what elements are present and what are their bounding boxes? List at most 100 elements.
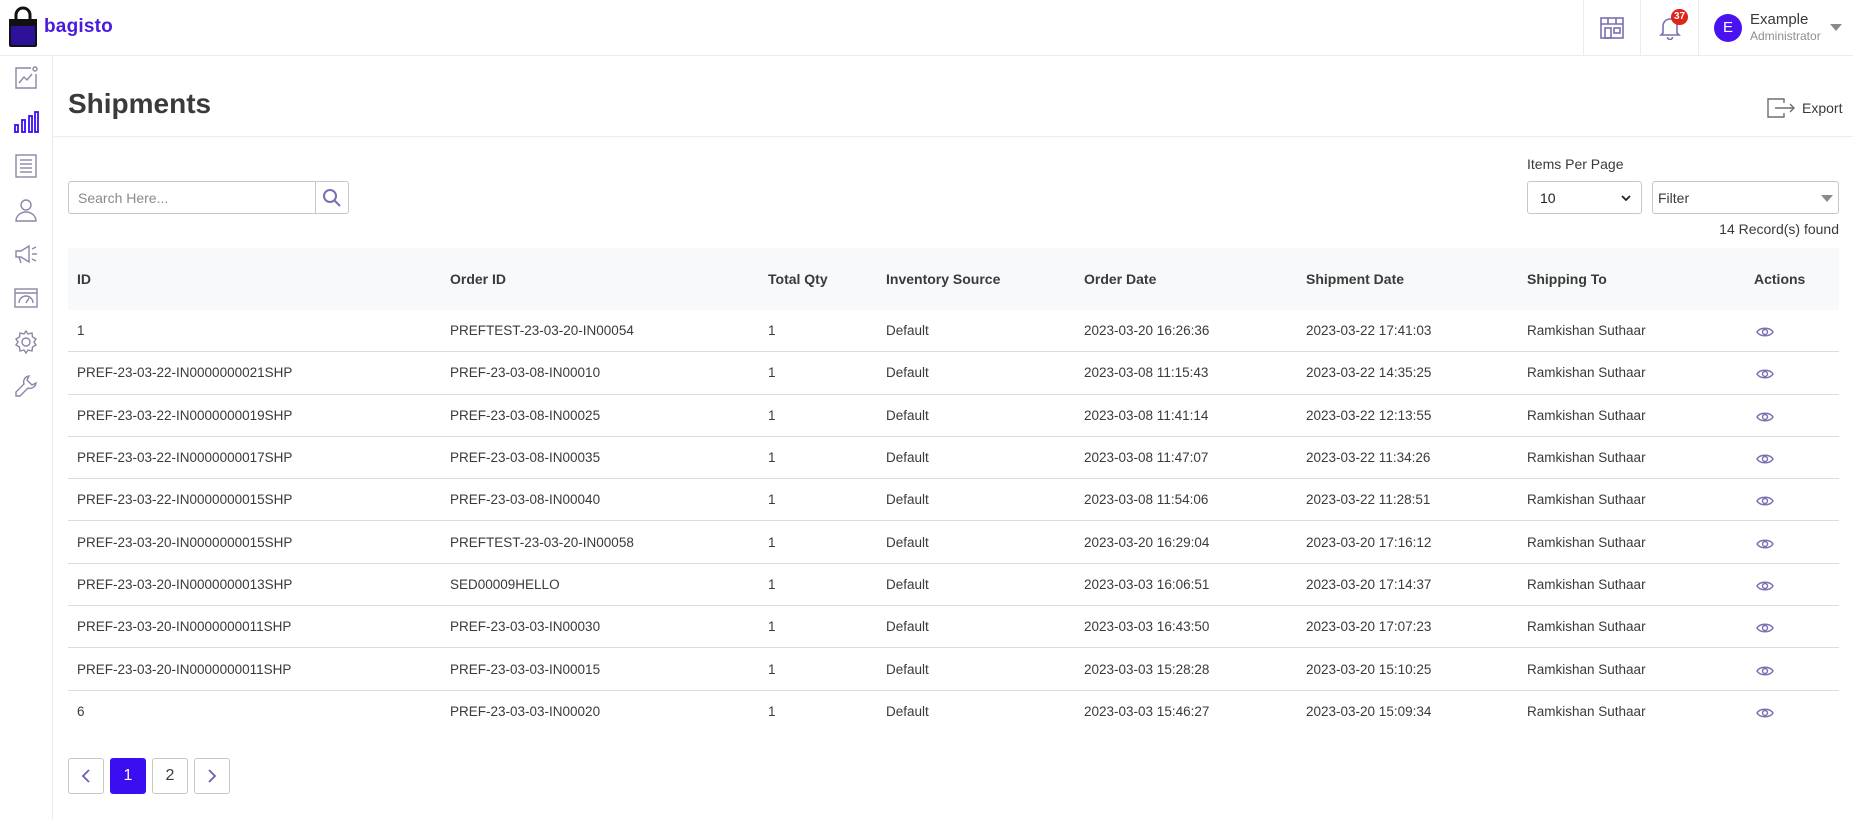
cell-inventory-source: Default: [886, 534, 929, 550]
cell-shipping-to: Ramkishan Suthaar: [1527, 619, 1646, 635]
cell-inventory-source: Default: [886, 450, 929, 466]
column-header-id[interactable]: ID: [68, 271, 441, 287]
cell-order-id: PREF-23-03-08-IN00035: [450, 450, 601, 466]
cell-actions: [1745, 488, 1839, 511]
cell-shipping-to: Ramkishan Suthaar: [1527, 365, 1646, 381]
user-name: Example: [1750, 10, 1809, 28]
sidebar-item-marketing[interactable]: [12, 240, 40, 268]
items-per-page-select[interactable]: 10: [1527, 181, 1642, 214]
export-button[interactable]: Export: [1766, 97, 1842, 119]
cell-inventory-source: Default: [886, 704, 929, 720]
search-input[interactable]: [69, 182, 315, 213]
next-page-button[interactable]: [194, 758, 230, 794]
cell-shipment-date: 2023-03-20 15:09:34: [1306, 704, 1432, 720]
sidebar-item-cms[interactable]: [12, 284, 40, 312]
table-row: PREF-23-03-20-IN0000000013SHP SED00009HEL…: [68, 564, 1839, 607]
sidebar-item-configure[interactable]: [12, 372, 40, 400]
sidebar-item-catalog[interactable]: [12, 152, 40, 180]
search-button[interactable]: [315, 182, 348, 213]
previous-page-button[interactable]: [68, 758, 104, 794]
column-header-order-date[interactable]: Order Date: [1075, 271, 1297, 287]
cell-inventory-source: Default: [886, 323, 929, 339]
cell-shipping-to: Ramkishan Suthaar: [1527, 407, 1646, 423]
dashboard-icon: [15, 66, 38, 89]
notifications-button[interactable]: 37: [1640, 0, 1698, 55]
cell-order-id: SED00009HELLO: [450, 576, 560, 592]
visit-store-button[interactable]: [1583, 0, 1640, 55]
export-icon: [1767, 98, 1795, 118]
column-header-order-id[interactable]: Order ID: [441, 271, 759, 287]
filter-label: Filter: [1658, 189, 1690, 206]
cell-order-date: 2023-03-08 11:41:14: [1084, 407, 1209, 423]
sidebar-item-settings[interactable]: [12, 328, 40, 356]
records-count: 14 Record(s) found: [1719, 221, 1839, 237]
cell-shipping-to: Ramkishan Suthaar: [1527, 534, 1646, 550]
sidebar-item-customers[interactable]: [12, 196, 40, 224]
cell-order-date: 2023-03-08 11:47:07: [1084, 450, 1209, 466]
view-shipment-button[interactable]: [1756, 664, 1774, 678]
column-header-shipping-to[interactable]: Shipping To: [1518, 271, 1745, 287]
user-role: Administrator: [1750, 28, 1821, 43]
pagination: 1 2: [68, 758, 230, 794]
brand-logo[interactable]: bagisto: [8, 5, 113, 49]
view-shipment-button[interactable]: [1756, 410, 1774, 424]
view-shipment-button[interactable]: [1756, 706, 1774, 720]
cell-inventory-source: Default: [886, 407, 929, 423]
view-shipment-button[interactable]: [1756, 537, 1774, 551]
cell-shipment-date: 2023-03-22 17:41:03: [1306, 323, 1432, 339]
caret-down-icon: [1821, 195, 1833, 202]
cell-id: PREF-23-03-22-IN0000000021SHP: [77, 365, 293, 381]
column-header-total-qty[interactable]: Total Qty: [759, 271, 877, 287]
cell-shipping-to: Ramkishan Suthaar: [1527, 323, 1646, 339]
cell-shipping-to: Ramkishan Suthaar: [1527, 576, 1646, 592]
search-icon: [323, 188, 341, 207]
table-row: 1 PREFTEST-23-03-20-IN00054 1 Default 2023-0…: [68, 310, 1839, 353]
items-per-page-label: Items Per Page: [1527, 156, 1624, 172]
cell-inventory-source: Default: [886, 661, 929, 677]
catalog-icon: [15, 154, 37, 178]
column-header-shipment-date[interactable]: Shipment Date: [1297, 271, 1518, 287]
table-header: ID Order ID Total Qty Inventory Source O…: [68, 248, 1839, 310]
brand-name: bagisto: [44, 16, 113, 37]
top-header: bagisto 37 E Example Administrator: [0, 0, 1853, 56]
cell-actions: [1745, 319, 1839, 342]
cell-shipment-date: 2023-03-22 11:34:26: [1306, 450, 1431, 466]
view-shipment-button[interactable]: [1756, 621, 1774, 635]
column-header-inventory-source[interactable]: Inventory Source: [877, 271, 1075, 287]
cell-actions: [1745, 404, 1839, 427]
view-shipment-button[interactable]: [1756, 325, 1774, 339]
filter-dropdown[interactable]: Filter: [1652, 181, 1839, 214]
view-shipment-button[interactable]: [1756, 452, 1774, 466]
megaphone-icon: [15, 244, 37, 264]
view-shipment-button[interactable]: [1756, 367, 1774, 381]
cell-inventory-source: Default: [886, 365, 929, 381]
cell-total-qty: 1: [768, 704, 776, 720]
page-button-2[interactable]: 2: [152, 758, 188, 794]
shopping-bag-icon: [9, 6, 37, 47]
sidebar-item-dashboard[interactable]: [12, 64, 40, 92]
sales-icon: [14, 111, 39, 133]
cell-order-id: PREFTEST-23-03-20-IN00058: [450, 534, 634, 550]
page-title: Shipments: [68, 88, 212, 119]
sidebar-item-sales[interactable]: [12, 108, 40, 136]
section-divider: [53, 136, 1853, 137]
cell-total-qty: 1: [768, 661, 776, 677]
eye-icon: [1756, 327, 1774, 337]
cell-id: PREF-23-03-22-IN0000000017SHP: [77, 450, 293, 466]
column-header-actions: Actions: [1754, 271, 1806, 287]
profile-menu[interactable]: E Example Administrator: [1698, 0, 1853, 55]
view-shipment-button[interactable]: [1756, 494, 1774, 508]
cell-order-id: PREF-23-03-03-IN00030: [450, 619, 601, 635]
cell-order-date: 2023-03-20 16:29:04: [1084, 534, 1210, 550]
table-row: PREF-23-03-22-IN0000000017SHP PREF-23-03-…: [68, 437, 1839, 480]
cell-total-qty: 1: [768, 365, 776, 381]
cell-shipment-date: 2023-03-20 17:16:12: [1306, 534, 1432, 550]
chevron-right-icon: [208, 769, 217, 783]
shipments-table: ID Order ID Total Qty Inventory Source O…: [68, 248, 1839, 733]
page-button-1[interactable]: 1: [110, 758, 146, 794]
table-body: 1 PREFTEST-23-03-20-IN00054 1 Default 2023-0…: [68, 310, 1839, 733]
cell-inventory-source: Default: [886, 619, 929, 635]
chevron-down-icon: [1621, 195, 1631, 202]
cell-id: PREF-23-03-20-IN0000000015SHP: [77, 534, 293, 550]
view-shipment-button[interactable]: [1756, 579, 1774, 593]
